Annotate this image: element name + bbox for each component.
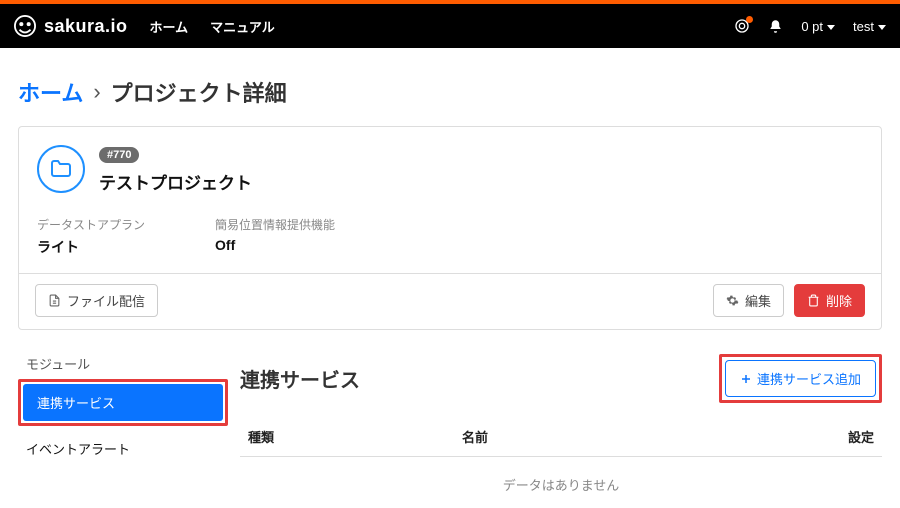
add-service-button[interactable]: 連携サービス追加 <box>725 360 876 397</box>
nav-points[interactable]: 0 pt <box>801 19 835 34</box>
sidebar: モジュール 連携サービス イベントアラート <box>18 354 218 498</box>
navbar: sakura.io ホーム マニュアル 0 pt test <box>0 4 900 48</box>
highlight-callout: 連携サービス <box>18 379 228 426</box>
folder-icon <box>37 145 85 193</box>
col-settings: 設定 <box>668 417 882 457</box>
nav-home[interactable]: ホーム <box>150 17 189 36</box>
sakura-logo-icon <box>14 15 36 37</box>
file-delivery-button[interactable]: ファイル配信 <box>35 284 158 317</box>
sidebar-item-alert[interactable]: イベントアラート <box>18 430 218 467</box>
brand-text: sakura.io <box>44 16 128 37</box>
col-name: 名前 <box>454 417 668 457</box>
brand-logo[interactable]: sakura.io <box>14 15 128 37</box>
file-icon <box>48 294 61 307</box>
empty-state: データはありません <box>240 457 882 498</box>
plan-label: データストアプラン <box>37 216 145 233</box>
nav-manual[interactable]: マニュアル <box>210 17 275 36</box>
breadcrumb: ホーム › プロジェクト詳細 <box>18 76 882 108</box>
services-title: 連携サービス <box>240 364 360 393</box>
highlight-callout: 連携サービス追加 <box>719 354 882 403</box>
gear-icon <box>726 294 739 307</box>
project-title: テストプロジェクト <box>99 169 252 194</box>
location-label: 簡易位置情報提供機能 <box>215 216 335 233</box>
delete-button[interactable]: 削除 <box>794 284 865 317</box>
breadcrumb-current: プロジェクト詳細 <box>111 76 287 108</box>
trash-icon <box>807 294 820 307</box>
col-type: 種類 <box>240 417 454 457</box>
services-table: 種類 名前 設定 <box>240 417 882 457</box>
breadcrumb-home[interactable]: ホーム <box>18 76 83 108</box>
notification-dot-icon <box>746 16 753 23</box>
life-ring-icon[interactable] <box>734 18 750 34</box>
project-card: #770 テストプロジェクト データストアプラン ライト 簡易位置情報提供機能 … <box>18 126 882 330</box>
sidebar-item-services[interactable]: 連携サービス <box>23 384 223 421</box>
plus-icon <box>740 373 752 385</box>
project-id-badge: #770 <box>99 147 139 163</box>
location-value: Off <box>215 237 335 253</box>
chevron-right-icon: › <box>93 79 100 105</box>
edit-button[interactable]: 編集 <box>713 284 784 317</box>
bell-icon[interactable] <box>768 19 783 34</box>
plan-value: ライト <box>37 237 145 257</box>
nav-user-menu[interactable]: test <box>853 19 886 34</box>
sidebar-item-module[interactable]: モジュール <box>18 354 218 373</box>
